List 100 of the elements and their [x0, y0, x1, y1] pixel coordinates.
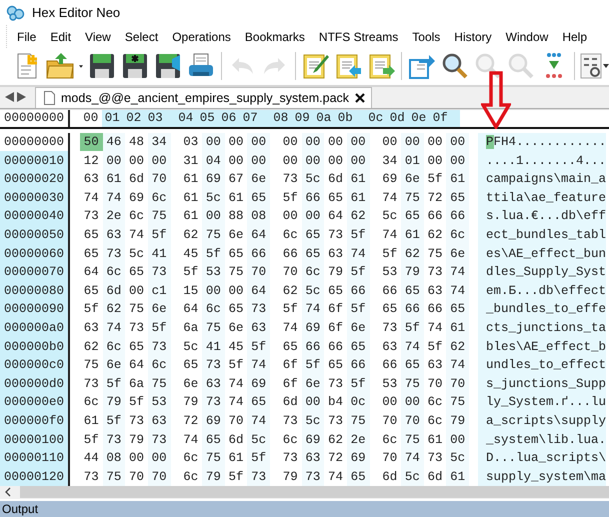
hex-byte[interactable]: 6c	[279, 226, 302, 244]
hex-byte[interactable]: 73	[125, 412, 148, 430]
hex-byte[interactable]: 00	[378, 393, 402, 412]
hex-byte[interactable]: 6e	[180, 374, 202, 394]
scroll-left-icon[interactable]	[4, 487, 12, 498]
menu-item[interactable]: History	[447, 30, 499, 44]
hex-byte[interactable]: 41	[148, 244, 170, 263]
hex-byte[interactable]: 00	[279, 151, 302, 170]
hex-byte[interactable]: 63	[102, 226, 126, 244]
hex-byte[interactable]: 5f	[80, 430, 103, 449]
hex-byte[interactable]: 00	[346, 132, 370, 152]
hex-byte[interactable]: 75	[102, 467, 126, 486]
hex-byte[interactable]: 6c	[180, 448, 202, 468]
hex-byte[interactable]: 00	[401, 132, 424, 152]
hex-byte[interactable]: 73	[202, 393, 225, 412]
hex-byte[interactable]: 79	[202, 467, 225, 486]
hex-byte[interactable]: 00	[302, 151, 324, 170]
hex-byte[interactable]: 75	[148, 374, 170, 394]
hex-byte[interactable]: 48	[125, 132, 148, 152]
hex-byte[interactable]: 5f	[148, 226, 170, 244]
hex-byte[interactable]: 6e	[401, 170, 424, 188]
hex-byte[interactable]: 73	[148, 430, 170, 449]
hex-byte[interactable]: 5f	[346, 262, 370, 282]
hex-byte[interactable]: 6c	[148, 356, 170, 374]
hex-byte[interactable]: 6d	[279, 393, 302, 412]
hex-byte[interactable]: 74	[125, 226, 148, 244]
hex-byte[interactable]: 66	[247, 244, 270, 263]
hex-byte[interactable]: 6c	[202, 300, 225, 319]
hex-byte[interactable]: 66	[378, 356, 402, 374]
hex-byte[interactable]: 5c	[378, 207, 402, 226]
hex-byte[interactable]: 00	[247, 151, 270, 170]
hex-byte[interactable]: 74	[224, 393, 248, 412]
hex-byte[interactable]: 5f	[102, 374, 126, 394]
hex-byte[interactable]: 5f	[247, 448, 270, 468]
hex-byte[interactable]: 63	[247, 318, 270, 338]
hex-byte[interactable]: 61	[446, 318, 469, 338]
hex-byte[interactable]: 88	[224, 207, 248, 226]
hex-byte[interactable]: 45	[224, 337, 248, 356]
hex-byte[interactable]: 5f	[346, 226, 370, 244]
hex-byte[interactable]: 6e	[446, 244, 469, 263]
hex-byte[interactable]: 00	[125, 448, 148, 468]
hex-byte[interactable]: 70	[446, 374, 469, 394]
hex-byte[interactable]: 00	[202, 207, 225, 226]
hex-byte[interactable]: 5c	[180, 337, 202, 356]
hex-byte[interactable]: 79	[401, 262, 424, 282]
hex-byte[interactable]: 6c	[125, 207, 148, 226]
hex-byte[interactable]: 00	[346, 151, 370, 170]
menu-item[interactable]: Edit	[43, 30, 78, 44]
hex-byte[interactable]: 5c	[302, 170, 324, 188]
hex-byte[interactable]: 41	[202, 337, 225, 356]
hex-byte[interactable]: 75	[224, 262, 248, 282]
hex-byte[interactable]: 70	[378, 448, 402, 468]
hex-byte[interactable]: 61	[346, 188, 370, 208]
hex-byte[interactable]: 00	[324, 151, 347, 170]
hex-byte[interactable]: 63	[424, 356, 446, 374]
hex-byte[interactable]: 69	[378, 170, 402, 188]
hex-byte[interactable]: 73	[148, 262, 170, 282]
hex-byte[interactable]: 66	[346, 281, 370, 300]
hex-byte[interactable]: 6e	[224, 318, 248, 338]
hex-byte[interactable]: 00	[148, 448, 170, 468]
hex-byte[interactable]: 70	[378, 412, 402, 430]
hex-byte[interactable]: 5f	[102, 412, 126, 430]
hex-byte[interactable]: 73	[424, 448, 446, 468]
hex-byte[interactable]: 00	[202, 132, 225, 152]
hex-byte[interactable]: 63	[80, 318, 103, 338]
hex-byte[interactable]: 34	[148, 132, 170, 152]
hex-byte[interactable]: 00	[224, 281, 248, 300]
hex-byte[interactable]: 31	[180, 151, 202, 170]
hex-byte[interactable]: 5c	[202, 188, 225, 208]
hex-byte[interactable]: 63	[378, 337, 402, 356]
hex-byte[interactable]: 00	[302, 132, 324, 152]
hex-byte[interactable]: 53	[378, 262, 402, 282]
hex-byte[interactable]: 69	[202, 170, 225, 188]
hex-byte[interactable]: 65	[401, 281, 424, 300]
hex-byte[interactable]: 64	[324, 207, 347, 226]
hex-byte[interactable]: 73	[247, 467, 270, 486]
hex-byte[interactable]: 00	[279, 132, 302, 152]
hex-byte[interactable]: 34	[378, 151, 402, 170]
menu-item[interactable]: File	[13, 30, 44, 44]
hex-byte[interactable]: 69	[247, 374, 270, 394]
hex-byte[interactable]: 5f	[279, 300, 302, 319]
column-header[interactable]: 02	[123, 110, 144, 127]
hex-byte[interactable]: 73	[247, 300, 270, 319]
hex-byte[interactable]: 6e	[302, 374, 324, 394]
hex-byte[interactable]: 61	[224, 188, 248, 208]
hex-byte[interactable]: 5f	[148, 318, 170, 338]
hex-byte[interactable]: 12	[80, 151, 103, 170]
hex-byte[interactable]: 63	[80, 170, 103, 188]
hex-byte[interactable]: 69	[302, 430, 324, 449]
hex-byte[interactable]: 6f	[324, 318, 347, 338]
hex-byte[interactable]: 5c	[401, 467, 424, 486]
hex-byte[interactable]: 63	[324, 244, 347, 263]
hex-byte[interactable]: 65	[302, 244, 324, 263]
hex-byte[interactable]: 00	[302, 207, 324, 226]
hex-byte[interactable]: 75	[446, 393, 469, 412]
hex-byte[interactable]: 5c	[446, 448, 469, 468]
hex-byte[interactable]: 70	[148, 170, 170, 188]
column-header[interactable]: 00	[80, 110, 102, 127]
hex-byte[interactable]: 66	[401, 300, 424, 319]
hex-byte[interactable]: 73	[279, 448, 302, 468]
